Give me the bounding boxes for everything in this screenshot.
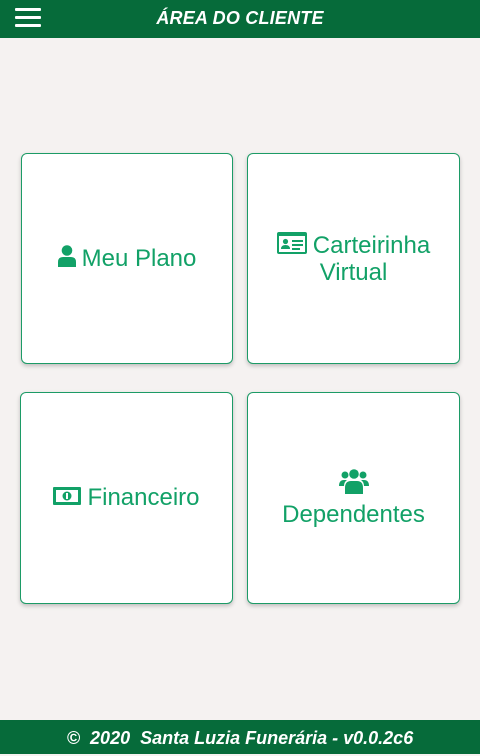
carteirinha-label-line1: Carteirinha: [312, 231, 431, 259]
dependentes-label: Dependentes: [282, 501, 425, 528]
id-card-icon: [276, 231, 307, 260]
dependentes-button[interactable]: Dependentes: [247, 392, 460, 604]
carteirinha-label-line2: Virtual: [319, 258, 388, 286]
users-group-icon: [338, 468, 369, 500]
financeiro-label: Financeiro: [87, 484, 200, 511]
money-bill-icon: [53, 485, 82, 511]
footer-copyright: © 2020 Santa Luzia Funerária - v0.0.2c6: [0, 720, 480, 754]
meu-plano-button[interactable]: Meu Plano: [21, 153, 233, 364]
financeiro-button[interactable]: Financeiro: [20, 392, 233, 604]
app-header: ÁREA DO CLIENTE: [0, 0, 480, 38]
user-icon: [57, 244, 76, 273]
meu-plano-label: Meu Plano: [81, 244, 197, 272]
carteirinha-virtual-button[interactable]: Carteirinha Virtual: [247, 153, 460, 364]
page-title: ÁREA DO CLIENTE: [156, 8, 324, 28]
